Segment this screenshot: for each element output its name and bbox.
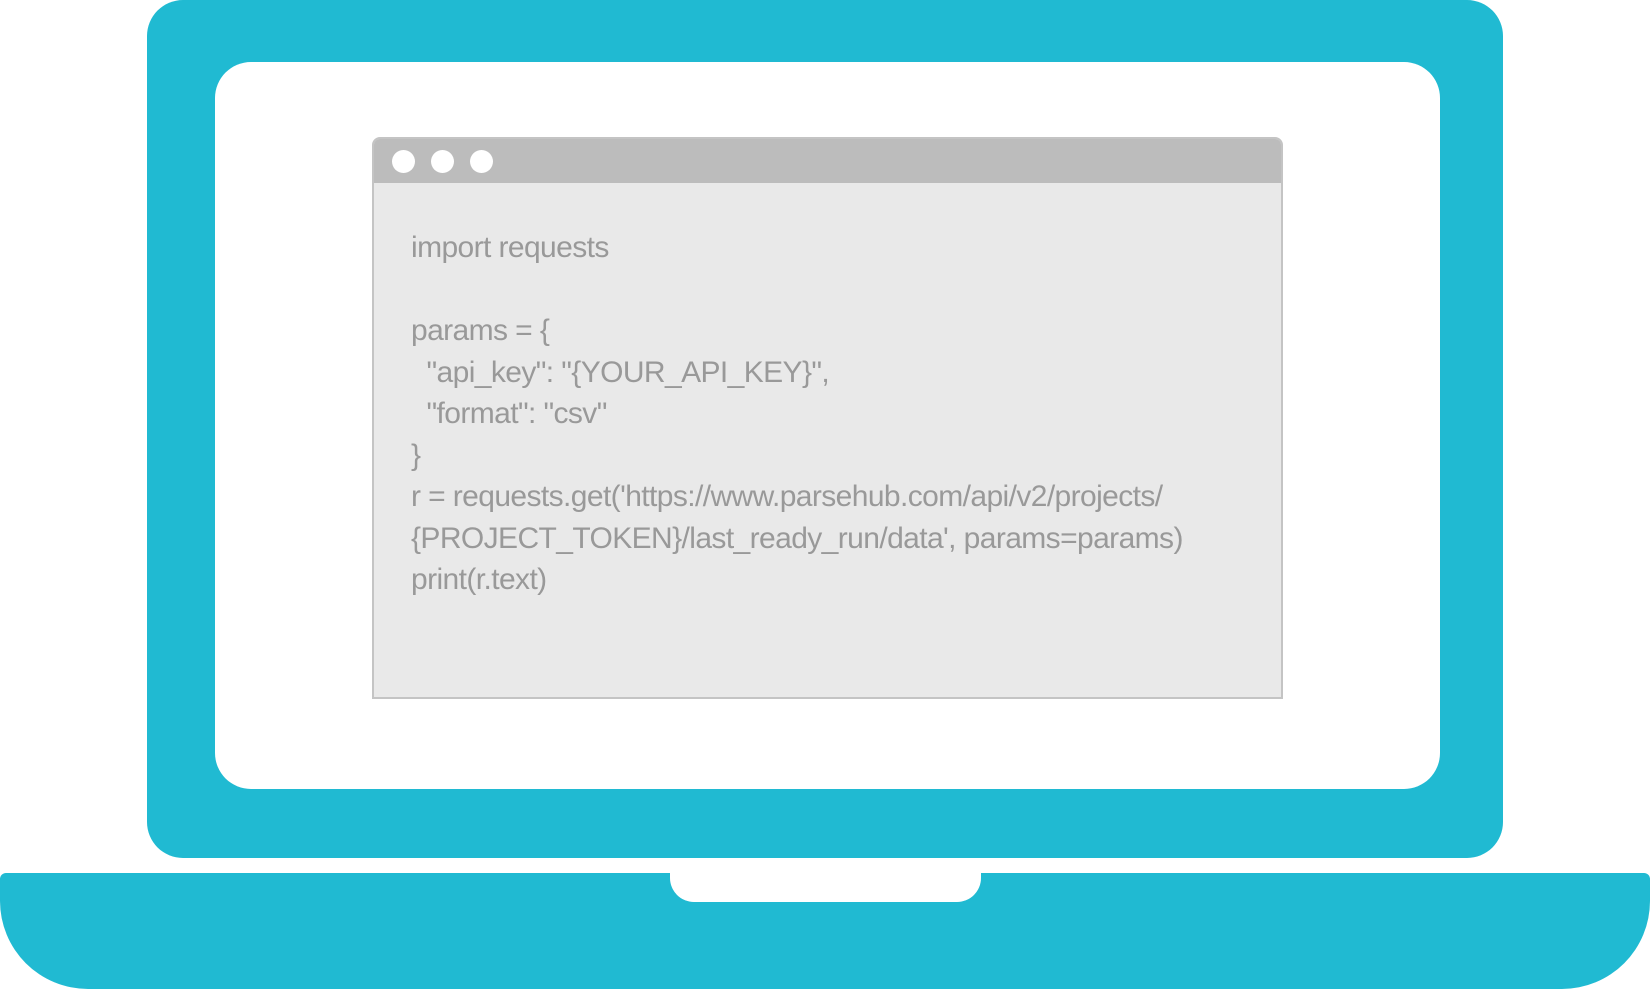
code-line: {PROJECT_TOKEN}/last_ready_run/data', pa… bbox=[411, 521, 1183, 555]
laptop-base bbox=[0, 873, 1650, 989]
code-line: } bbox=[411, 438, 421, 472]
window-close-dot-icon[interactable] bbox=[392, 149, 415, 173]
code-line: import requests bbox=[411, 231, 609, 264]
window-minimize-dot-icon[interactable] bbox=[431, 149, 454, 173]
laptop-opening-notch bbox=[670, 873, 981, 902]
laptop-illustration: import requests params = { "api_key": "{Y… bbox=[0, 0, 1650, 989]
code-line: "api_key": "{YOUR_API_KEY}", bbox=[411, 355, 830, 389]
window-title-bar bbox=[374, 139, 1281, 183]
code-line: print(r.text) bbox=[411, 563, 547, 596]
code-line: r = requests.get('https://www.parsehub.c… bbox=[411, 480, 1163, 513]
code-line: "format": "csv" bbox=[411, 397, 607, 430]
code-window: import requests params = { "api_key": "{Y… bbox=[372, 137, 1283, 699]
code-line: params = { bbox=[411, 314, 550, 347]
code-snippet: import requests params = { "api_key": "{Y… bbox=[411, 227, 1183, 601]
window-maximize-dot-icon[interactable] bbox=[470, 149, 493, 173]
